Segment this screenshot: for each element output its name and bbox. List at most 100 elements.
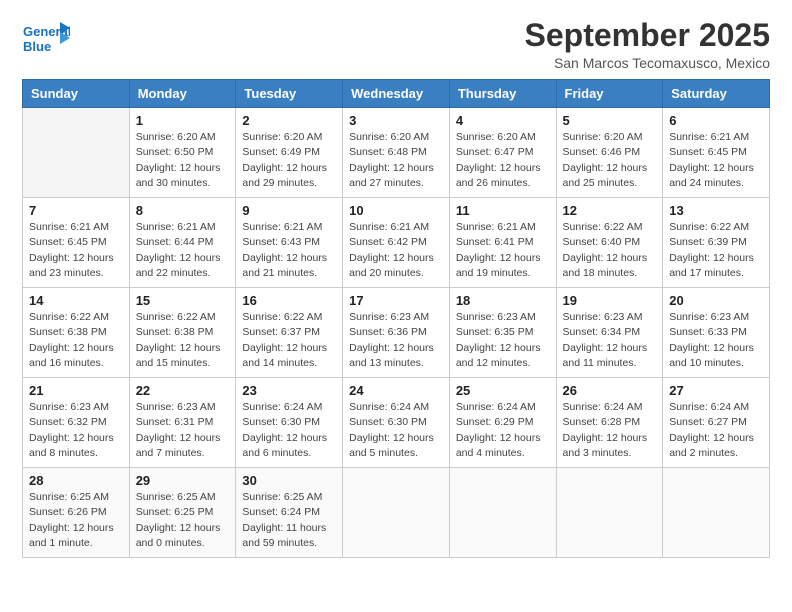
day-info: Sunrise: 6:25 AMSunset: 6:24 PMDaylight:… bbox=[242, 490, 336, 551]
day-number: 15 bbox=[136, 293, 230, 308]
title-block: September 2025 San Marcos Tecomaxusco, M… bbox=[525, 18, 770, 71]
calendar-cell: 21 Sunrise: 6:23 AMSunset: 6:32 PMDayligh… bbox=[23, 378, 130, 468]
day-number: 8 bbox=[136, 203, 230, 218]
day-number: 11 bbox=[456, 203, 550, 218]
calendar-body: 1 Sunrise: 6:20 AMSunset: 6:50 PMDaylight… bbox=[23, 108, 770, 558]
calendar-cell bbox=[449, 468, 556, 558]
day-info: Sunrise: 6:23 AMSunset: 6:34 PMDaylight:… bbox=[563, 310, 657, 371]
day-info: Sunrise: 6:24 AMSunset: 6:29 PMDaylight:… bbox=[456, 400, 550, 461]
calendar-cell: 7 Sunrise: 6:21 AMSunset: 6:45 PMDaylight… bbox=[23, 198, 130, 288]
day-number: 28 bbox=[29, 473, 123, 488]
day-info: Sunrise: 6:23 AMSunset: 6:36 PMDaylight:… bbox=[349, 310, 443, 371]
calendar-cell: 15Sunrise: 6:22 AMSunset: 6:38 PMDayligh… bbox=[129, 288, 236, 378]
day-info: Sunrise: 6:25 AMSunset: 6:25 PMDaylight:… bbox=[136, 490, 230, 551]
day-number: 21 bbox=[29, 383, 123, 398]
day-info: Sunrise: 6:23 AMSunset: 6:33 PMDaylight:… bbox=[669, 310, 763, 371]
day-number: 26 bbox=[563, 383, 657, 398]
day-number: 1 bbox=[136, 113, 230, 128]
page: General Blue September 2025 San Marcos T… bbox=[0, 0, 792, 612]
day-info: Sunrise: 6:22 AMSunset: 6:39 PMDaylight:… bbox=[669, 220, 763, 281]
day-number: 12 bbox=[563, 203, 657, 218]
day-info: Sunrise: 6:21 AMSunset: 6:42 PMDaylight:… bbox=[349, 220, 443, 281]
day-number: 19 bbox=[563, 293, 657, 308]
day-number: 16 bbox=[242, 293, 336, 308]
calendar-cell: 20 Sunrise: 6:23 AMSunset: 6:33 PMDayligh… bbox=[663, 288, 770, 378]
day-info: Sunrise: 6:24 AMSunset: 6:28 PMDaylight:… bbox=[563, 400, 657, 461]
main-title: September 2025 bbox=[525, 18, 770, 53]
calendar-cell: 26 Sunrise: 6:24 AMSunset: 6:28 PMDayligh… bbox=[556, 378, 663, 468]
calendar-cell: 29 Sunrise: 6:25 AMSunset: 6:25 PMDayligh… bbox=[129, 468, 236, 558]
day-number: 30 bbox=[242, 473, 336, 488]
day-number: 29 bbox=[136, 473, 230, 488]
calendar-cell: 4 Sunrise: 6:20 AMSunset: 6:47 PMDaylight… bbox=[449, 108, 556, 198]
day-info: Sunrise: 6:20 AMSunset: 6:49 PMDaylight:… bbox=[242, 130, 336, 191]
calendar-cell: 3Sunrise: 6:20 AMSunset: 6:48 PMDaylight… bbox=[343, 108, 450, 198]
day-number: 9 bbox=[242, 203, 336, 218]
calendar-cell: 8 Sunrise: 6:21 AMSunset: 6:44 PMDaylight… bbox=[129, 198, 236, 288]
calendar-cell: 5 Sunrise: 6:20 AMSunset: 6:46 PMDaylight… bbox=[556, 108, 663, 198]
weekday-header-tuesday: Tuesday bbox=[236, 80, 343, 108]
week-row-4: 21 Sunrise: 6:23 AMSunset: 6:32 PMDayligh… bbox=[23, 378, 770, 468]
day-info: Sunrise: 6:21 AMSunset: 6:45 PMDaylight:… bbox=[669, 130, 763, 191]
day-number: 27 bbox=[669, 383, 763, 398]
day-number: 13 bbox=[669, 203, 763, 218]
svg-text:Blue: Blue bbox=[23, 39, 51, 54]
calendar-cell bbox=[556, 468, 663, 558]
day-number: 25 bbox=[456, 383, 550, 398]
day-number: 10 bbox=[349, 203, 443, 218]
calendar-cell: 17 Sunrise: 6:23 AMSunset: 6:36 PMDayligh… bbox=[343, 288, 450, 378]
calendar-cell: 30 Sunrise: 6:25 AMSunset: 6:24 PMDayligh… bbox=[236, 468, 343, 558]
day-number: 4 bbox=[456, 113, 550, 128]
weekday-header-monday: Monday bbox=[129, 80, 236, 108]
day-number: 14 bbox=[29, 293, 123, 308]
day-info: Sunrise: 6:21 AMSunset: 6:43 PMDaylight:… bbox=[242, 220, 336, 281]
calendar-cell: 13 Sunrise: 6:22 AMSunset: 6:39 PMDayligh… bbox=[663, 198, 770, 288]
day-info: Sunrise: 6:22 AMSunset: 6:40 PMDaylight:… bbox=[563, 220, 657, 281]
day-info: Sunrise: 6:20 AMSunset: 6:48 PMDaylight:… bbox=[349, 130, 443, 191]
weekday-header-sunday: Sunday bbox=[23, 80, 130, 108]
day-number: 18 bbox=[456, 293, 550, 308]
weekday-header-saturday: Saturday bbox=[663, 80, 770, 108]
calendar-cell: 10 Sunrise: 6:21 AMSunset: 6:42 PMDayligh… bbox=[343, 198, 450, 288]
calendar-header: SundayMondayTuesdayWednesdayThursdayFrid… bbox=[23, 80, 770, 108]
calendar-cell: 2 Sunrise: 6:20 AMSunset: 6:49 PMDaylight… bbox=[236, 108, 343, 198]
day-info: Sunrise: 6:23 AMSunset: 6:32 PMDaylight:… bbox=[29, 400, 123, 461]
day-number: 22 bbox=[136, 383, 230, 398]
weekday-header-row: SundayMondayTuesdayWednesdayThursdayFrid… bbox=[23, 80, 770, 108]
calendar-cell: 24Sunrise: 6:24 AMSunset: 6:30 PMDayligh… bbox=[343, 378, 450, 468]
calendar-cell: 18 Sunrise: 6:23 AMSunset: 6:35 PMDayligh… bbox=[449, 288, 556, 378]
day-info: Sunrise: 6:22 AMSunset: 6:37 PMDaylight:… bbox=[242, 310, 336, 371]
day-info: Sunrise: 6:24 AMSunset: 6:30 PMDaylight:… bbox=[349, 400, 443, 461]
calendar-table: SundayMondayTuesdayWednesdayThursdayFrid… bbox=[22, 79, 770, 558]
day-info: Sunrise: 6:21 AMSunset: 6:44 PMDaylight:… bbox=[136, 220, 230, 281]
day-number: 20 bbox=[669, 293, 763, 308]
calendar-cell bbox=[23, 108, 130, 198]
day-info: Sunrise: 6:20 AMSunset: 6:46 PMDaylight:… bbox=[563, 130, 657, 191]
calendar-cell: 22Sunrise: 6:23 AMSunset: 6:31 PMDayligh… bbox=[129, 378, 236, 468]
weekday-header-friday: Friday bbox=[556, 80, 663, 108]
week-row-2: 7 Sunrise: 6:21 AMSunset: 6:45 PMDaylight… bbox=[23, 198, 770, 288]
day-info: Sunrise: 6:21 AMSunset: 6:45 PMDaylight:… bbox=[29, 220, 123, 281]
day-info: Sunrise: 6:21 AMSunset: 6:41 PMDaylight:… bbox=[456, 220, 550, 281]
calendar-cell bbox=[343, 468, 450, 558]
calendar-cell: 9 Sunrise: 6:21 AMSunset: 6:43 PMDaylight… bbox=[236, 198, 343, 288]
logo: General Blue bbox=[22, 18, 70, 65]
calendar-cell: 16 Sunrise: 6:22 AMSunset: 6:37 PMDayligh… bbox=[236, 288, 343, 378]
week-row-5: 28 Sunrise: 6:25 AMSunset: 6:26 PMDayligh… bbox=[23, 468, 770, 558]
day-info: Sunrise: 6:20 AMSunset: 6:50 PMDaylight:… bbox=[136, 130, 230, 191]
day-number: 7 bbox=[29, 203, 123, 218]
day-number: 17 bbox=[349, 293, 443, 308]
day-info: Sunrise: 6:25 AMSunset: 6:26 PMDaylight:… bbox=[29, 490, 123, 551]
calendar-cell: 23 Sunrise: 6:24 AMSunset: 6:30 PMDayligh… bbox=[236, 378, 343, 468]
day-info: Sunrise: 6:24 AMSunset: 6:27 PMDaylight:… bbox=[669, 400, 763, 461]
day-info: Sunrise: 6:24 AMSunset: 6:30 PMDaylight:… bbox=[242, 400, 336, 461]
day-number: 5 bbox=[563, 113, 657, 128]
day-info: Sunrise: 6:20 AMSunset: 6:47 PMDaylight:… bbox=[456, 130, 550, 191]
day-number: 2 bbox=[242, 113, 336, 128]
calendar-cell bbox=[663, 468, 770, 558]
calendar-cell: 12 Sunrise: 6:22 AMSunset: 6:40 PMDayligh… bbox=[556, 198, 663, 288]
day-info: Sunrise: 6:23 AMSunset: 6:35 PMDaylight:… bbox=[456, 310, 550, 371]
day-number: 23 bbox=[242, 383, 336, 398]
calendar-cell: 19 Sunrise: 6:23 AMSunset: 6:34 PMDayligh… bbox=[556, 288, 663, 378]
calendar-cell: 11 Sunrise: 6:21 AMSunset: 6:41 PMDayligh… bbox=[449, 198, 556, 288]
